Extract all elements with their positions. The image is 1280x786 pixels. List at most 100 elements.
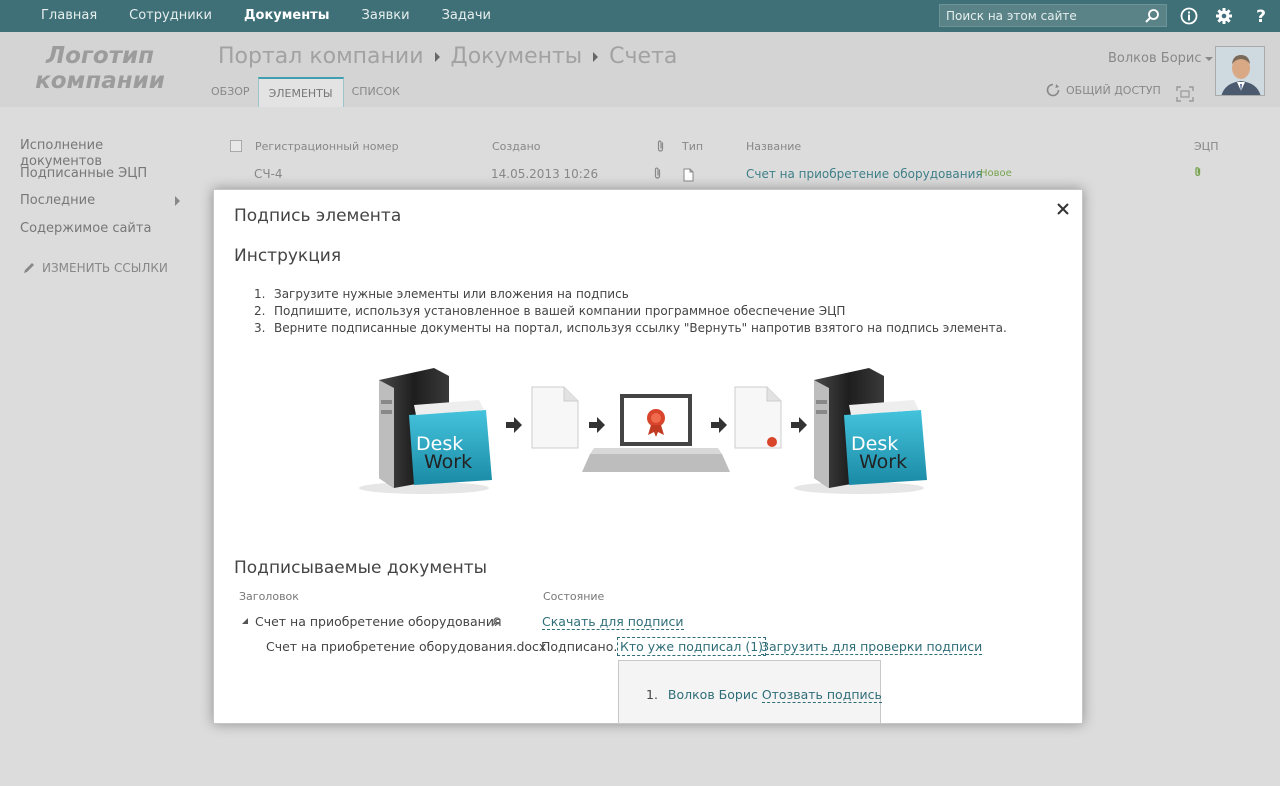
server-icon: Desk Work [359, 368, 492, 494]
instruction-heading: Инструкция [234, 246, 342, 266]
site-header: Логотип компании Портал компании Докумен… [0, 32, 1280, 107]
column-header-ecp[interactable]: ЭЦП [1194, 140, 1219, 153]
search-icon[interactable] [1144, 8, 1160, 24]
cell-created: 14.05.2013 10:26 [491, 167, 599, 181]
breadcrumb-portal[interactable]: Портал компании [218, 44, 424, 69]
signed-document-icon [734, 386, 782, 449]
breadcrumb-separator-icon [434, 51, 440, 62]
cell-name-link[interactable]: Счет на приобретение оборудования [746, 167, 983, 181]
tab-elements[interactable]: ЭЛЕМЕНТЫ [257, 77, 344, 107]
arrow-right-icon [791, 417, 807, 433]
pencil-icon [24, 263, 34, 273]
list-item: 1. Загрузите нужные элементы или вложения… [254, 287, 629, 301]
sidebar-item-signed[interactable]: Подписанные ЭЦП [20, 166, 180, 194]
laptop-icon [582, 394, 730, 472]
nav-item-employees[interactable]: Сотрудники [113, 0, 228, 32]
brand-line-2: Work [424, 451, 472, 473]
signer-number: 1. [646, 687, 658, 702]
breadcrumb-invoices: Счета [609, 44, 678, 69]
edit-links-button[interactable]: ИЗМЕНИТЬ ССЫЛКИ [22, 261, 168, 275]
search-icon[interactable] [491, 617, 501, 627]
edit-links-label: ИЗМЕНИТЬ ССЫЛКИ [42, 261, 168, 275]
search-box [939, 4, 1167, 27]
revoke-signature-link[interactable]: Отозвать подпись [761, 687, 882, 703]
select-all-checkbox[interactable] [230, 140, 242, 152]
svg-text:?: ? [1256, 7, 1266, 26]
breadcrumb-separator-icon [593, 51, 599, 62]
sidebar-item-label: Последние [20, 193, 96, 208]
new-badge: Новое [980, 168, 1012, 179]
document-type-icon [683, 168, 694, 182]
focus-content-icon[interactable] [1176, 86, 1194, 102]
arrow-right-icon [506, 417, 522, 433]
arrow-right-icon [589, 417, 605, 433]
sidebar-item-doc-execution[interactable]: Исполнение документов [20, 138, 180, 169]
close-icon[interactable] [1056, 202, 1070, 216]
signers-popup: 1. Волков Борис Отозвать подпись [618, 660, 882, 724]
info-icon[interactable] [1179, 6, 1199, 26]
chevron-down-icon [1204, 56, 1213, 61]
top-navigation: Главная Сотрудники Документы Заявки Зада… [0, 0, 507, 32]
sidebar-item-label: Исполнение документов [20, 138, 104, 169]
column-header-title: Заголовок [239, 590, 299, 603]
document-file-name: Счет на приобретение оборудования.docx [266, 639, 547, 654]
ecp-attachment-icon [1195, 167, 1201, 176]
download-for-signing-link[interactable]: Скачать для подписи [542, 614, 684, 630]
upload-for-verification-link[interactable]: Загрузить для проверки подписи [761, 639, 983, 655]
instruction-steps: 1. Загрузите нужные элементы или вложения… [254, 286, 1007, 337]
nav-item-documents[interactable]: Документы [228, 0, 346, 32]
expand-triangle-icon[interactable] [241, 617, 249, 625]
help-icon[interactable]: ? [1251, 6, 1271, 26]
column-header-type[interactable]: Тип [682, 140, 703, 153]
brand-line-2: Work [859, 451, 907, 473]
chevron-right-icon [175, 196, 180, 206]
sidebar-item-recent[interactable]: Последние [20, 193, 180, 221]
tab-overview[interactable]: ОБЗОР [203, 77, 258, 107]
signed-status: Подписано. [541, 639, 618, 654]
avatar[interactable] [1215, 46, 1265, 96]
column-header-status: Состояние [543, 590, 605, 603]
list-item: 2. Подпишите, используя установленное в в… [254, 304, 846, 318]
document-group-title: Счет на приобретение оборудования [255, 614, 502, 629]
who-signed-link[interactable]: Кто уже подписал (1) [617, 637, 767, 656]
breadcrumb-documents[interactable]: Документы [451, 44, 583, 69]
list-item: 1. Волков Борис Отозвать подпись [646, 687, 882, 703]
signer-name: Волков Борис [667, 687, 758, 702]
nav-item-tasks[interactable]: Задачи [426, 0, 507, 32]
sign-element-dialog: Подпись элемента Инструкция 1. Загрузите … [213, 189, 1083, 724]
logo-line-2: компании [35, 68, 165, 94]
company-logo[interactable]: Логотип компании [30, 44, 170, 94]
sidebar-item-label: Подписанные ЭЦП [20, 165, 148, 181]
tab-list[interactable]: СПИСОК [344, 77, 408, 107]
sidebar-item-site-contents[interactable]: Содержимое сайта [20, 221, 180, 249]
gear-icon[interactable] [1214, 6, 1234, 26]
signing-process-diagram: Desk Work Desk Work [359, 368, 927, 494]
share-button[interactable]: ОБЩИЙ ДОСТУП [1046, 83, 1161, 97]
logo-line-1: Логотип [45, 43, 155, 69]
server-icon: Desk Work [794, 368, 927, 494]
user-menu[interactable]: Волков Борис [1108, 51, 1213, 66]
left-navigation: Исполнение документов Подписанные ЭЦП По… [20, 138, 180, 248]
ribbon-tabs: ОБЗОР ЭЛЕМЕНТЫ СПИСОК [203, 77, 408, 107]
attachment-icon[interactable] [656, 139, 666, 153]
column-header-name[interactable]: Название [746, 140, 801, 153]
top-bar: Главная Сотрудники Документы Заявки Зада… [0, 0, 1280, 32]
nav-item-home[interactable]: Главная [0, 0, 113, 32]
column-header-created[interactable]: Создано [492, 140, 541, 153]
list-item: 3. Верните подписанные документы на порта… [254, 321, 1007, 335]
breadcrumb: Портал компании Документы Счета [218, 44, 677, 69]
sidebar-item-label: Содержимое сайта [20, 220, 152, 236]
attachment-icon [654, 167, 661, 179]
nav-item-requests[interactable]: Заявки [345, 0, 425, 32]
arrow-right-icon [711, 417, 727, 433]
search-input[interactable] [940, 8, 1140, 23]
share-label: ОБЩИЙ ДОСТУП [1066, 83, 1161, 97]
cell-reg-number: СЧ-4 [254, 167, 283, 181]
signed-documents-heading: Подписываемые документы [234, 558, 488, 578]
user-name: Волков Борис [1108, 51, 1202, 66]
document-icon [531, 386, 579, 449]
dialog-title: Подпись элемента [234, 206, 402, 226]
column-header-reg-number[interactable]: Регистрационный номер [255, 140, 399, 153]
user-photo-icon [1216, 47, 1264, 95]
share-icon [1046, 83, 1060, 97]
